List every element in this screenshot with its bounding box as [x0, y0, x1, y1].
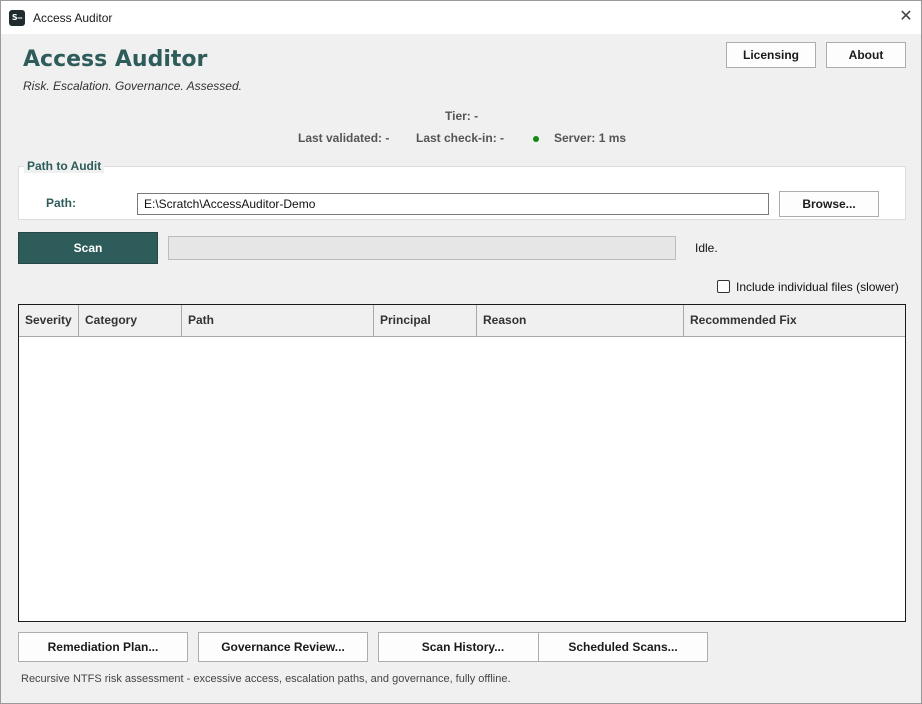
window-title: Access Auditor [33, 11, 113, 25]
column-header-recommended-fix[interactable]: Recommended Fix [684, 305, 905, 336]
findings-table[interactable]: Severity Category Path Principal Reason … [18, 304, 906, 622]
last-checkin-status: Last check-in: - [416, 131, 505, 145]
governance-review-button[interactable]: Governance Review... [198, 632, 368, 662]
close-icon[interactable]: ✕ [893, 5, 919, 29]
path-group-title: Path to Audit [24, 159, 105, 173]
column-header-path[interactable]: Path [182, 305, 374, 336]
scheduled-scans-button[interactable]: Scheduled Scans... [538, 632, 708, 662]
remediation-plan-button[interactable]: Remediation Plan... [18, 632, 188, 662]
include-files-checkbox[interactable] [717, 280, 730, 293]
title-bar[interactable]: S‒ Access Auditor ✕ [1, 1, 921, 34]
path-input[interactable] [137, 193, 769, 215]
path-label: Path: [46, 196, 76, 210]
column-header-category[interactable]: Category [79, 305, 182, 336]
last-validated-status: Last validated: - [298, 131, 390, 145]
scan-history-button[interactable]: Scan History... [378, 632, 548, 662]
footer-text: Recursive NTFS risk assessment - excessi… [21, 673, 511, 685]
server-status-icon [533, 136, 539, 142]
scan-status-text: Idle. [695, 241, 718, 255]
app-title: Access Auditor [23, 47, 208, 72]
tagline: Risk. Escalation. Governance. Assessed. [23, 79, 242, 93]
app-logo-icon: S‒ [9, 10, 25, 26]
column-header-reason[interactable]: Reason [477, 305, 684, 336]
scan-button[interactable]: Scan [18, 232, 158, 264]
column-header-principal[interactable]: Principal [374, 305, 477, 336]
server-status: Server: 1 ms [554, 131, 627, 145]
browse-button[interactable]: Browse... [779, 191, 879, 217]
about-button[interactable]: About [826, 42, 906, 68]
include-files-label[interactable]: Include individual files (slower) [736, 280, 899, 294]
column-header-severity[interactable]: Severity [19, 305, 79, 336]
tier-status: Tier: - [445, 109, 479, 123]
app-window: S‒ Access Auditor ✕ Access Auditor Risk.… [0, 0, 922, 704]
licensing-button[interactable]: Licensing [726, 42, 816, 68]
table-header: Severity Category Path Principal Reason … [19, 305, 905, 337]
scan-progress-bar [168, 236, 676, 260]
